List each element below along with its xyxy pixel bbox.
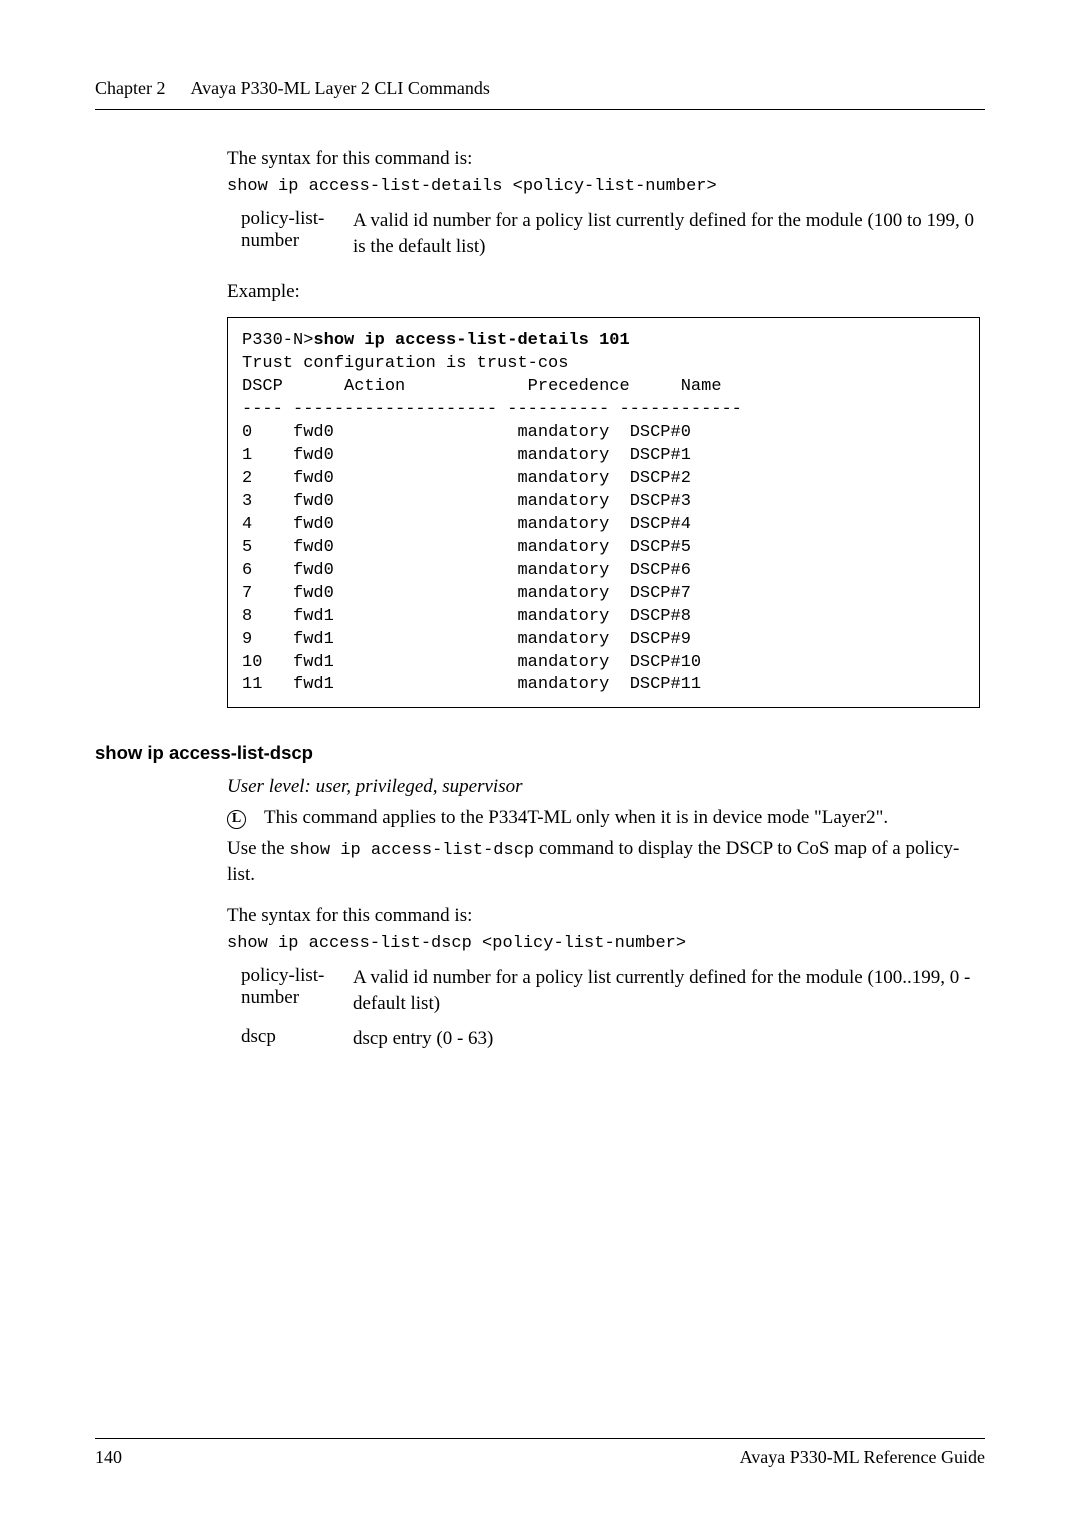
use-paragraph: Use the show ip access-list-dscp command…: [227, 836, 980, 889]
guide-name: Avaya P330-ML Reference Guide: [740, 1447, 985, 1468]
param-row: policy-list-number A valid id number for…: [241, 965, 980, 1018]
param-desc: dscp entry (0 - 63): [353, 1018, 980, 1053]
syntax-command: show ip access-list-details <policy-list…: [227, 177, 980, 196]
chapter-number: Chapter 2: [95, 78, 165, 99]
page-footer: 140 Avaya P330-ML Reference Guide: [95, 1438, 985, 1468]
code-col4: Name: [681, 377, 722, 396]
code-col1: DSCP: [242, 377, 283, 396]
example-label: Example:: [227, 279, 980, 306]
user-level: User level: user, privileged, supervisor: [227, 774, 980, 801]
syntax-intro-2: The syntax for this command is:: [227, 903, 980, 930]
param-table-2: policy-list-number A valid id number for…: [241, 965, 980, 1053]
code-row: 0 fwd0 mandatory DSCP#0: [242, 423, 691, 442]
code-row: 6 fwd0 mandatory DSCP#6: [242, 561, 691, 580]
page-header: Chapter 2 Avaya P330-ML Layer 2 CLI Comm…: [95, 78, 985, 110]
param-desc: A valid id number for a policy list curr…: [353, 965, 980, 1018]
param-name: policy-list-number: [241, 965, 353, 1018]
code-dashes: ---- -------------------- ---------- ---…: [242, 400, 742, 419]
note-item: L This command applies to the P334T-ML o…: [227, 805, 980, 832]
code-row: 7 fwd0 mandatory DSCP#7: [242, 584, 691, 603]
code-row: 3 fwd0 mandatory DSCP#3: [242, 492, 691, 511]
code-row: 1 fwd0 mandatory DSCP#1: [242, 446, 691, 465]
code-row: 9 fwd1 mandatory DSCP#9: [242, 630, 691, 649]
param-table: policy-list-number A valid id number for…: [241, 208, 980, 261]
code-col3: Precedence: [528, 377, 630, 396]
param-desc: A valid id number for a policy list curr…: [353, 208, 980, 261]
page-number: 140: [95, 1447, 122, 1468]
code-row: 8 fwd1 mandatory DSCP#8: [242, 607, 691, 626]
syntax-intro: The syntax for this command is:: [227, 146, 980, 173]
chapter-title: Avaya P330-ML Layer 2 CLI Commands: [190, 78, 489, 99]
use-command: show ip access-list-dscp: [289, 841, 534, 860]
section-heading: show ip access-list-dscp: [95, 742, 980, 764]
syntax-command-2: show ip access-list-dscp <policy-list-nu…: [227, 934, 980, 953]
code-prompt: P330-N>: [242, 331, 313, 350]
code-example: P330-N>show ip access-list-details 101 T…: [227, 317, 980, 708]
code-line: Trust configuration is trust-cos: [242, 354, 568, 373]
param-row: dscp dscp entry (0 - 63): [241, 1018, 980, 1053]
param-row: policy-list-number A valid id number for…: [241, 208, 980, 261]
code-row: 5 fwd0 mandatory DSCP#5: [242, 538, 691, 557]
code-command: show ip access-list-details 101: [313, 331, 629, 350]
code-row: 4 fwd0 mandatory DSCP#4: [242, 515, 691, 534]
code-row: 11 fwd1 mandatory DSCP#11: [242, 675, 701, 694]
use-text-pre: Use the: [227, 838, 289, 859]
code-col2: Action: [344, 377, 405, 396]
info-icon: L: [227, 805, 264, 832]
code-row: 10 fwd1 mandatory DSCP#10: [242, 653, 701, 672]
code-row: 2 fwd0 mandatory DSCP#2: [242, 469, 691, 488]
note-text: This command applies to the P334T-ML onl…: [264, 805, 980, 832]
param-name: policy-list-number: [241, 208, 353, 261]
main-content: The syntax for this command is: show ip …: [227, 146, 980, 1052]
param-name: dscp: [241, 1018, 353, 1053]
